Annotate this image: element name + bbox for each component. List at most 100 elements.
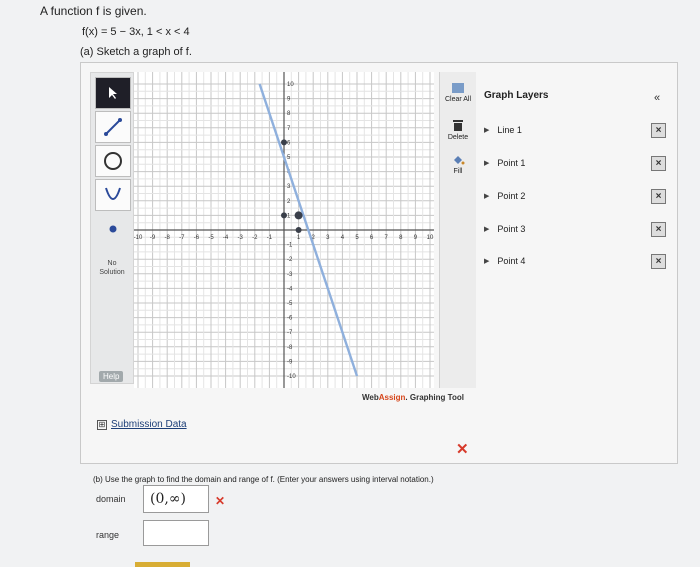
- expand-triangle-icon: ▶: [484, 258, 490, 265]
- x-tick-label: 5: [355, 235, 359, 241]
- x-tick-label: -1: [267, 235, 273, 241]
- x-tick-label: -5: [208, 235, 214, 241]
- y-tick-label: 7: [287, 126, 291, 132]
- graph-canvas[interactable]: -10-9-8-7-6-5-4-3-2-11234567891010987654…: [134, 72, 434, 388]
- expand-triangle-icon: ▶: [484, 160, 490, 167]
- x-tick-label: -9: [150, 235, 156, 241]
- coordinate-graph[interactable]: -10-9-8-7-6-5-4-3-2-11234567891010987654…: [134, 72, 434, 388]
- submit-bar[interactable]: [135, 562, 190, 567]
- brand-tool: . Graphing Tool: [405, 393, 464, 402]
- delete-label: Delete: [447, 134, 469, 141]
- graph-point-3: [294, 211, 303, 220]
- submission-data-toggle[interactable]: ⊞ Submission Data: [97, 419, 187, 430]
- x-tick-label: 4: [341, 235, 345, 241]
- x-tick-label: 7: [385, 235, 389, 241]
- no-solution-line1: No: [107, 260, 117, 267]
- part-a-prompt: (a) Sketch a graph of f.: [80, 46, 192, 58]
- x-tick-label: 10: [427, 235, 434, 241]
- expand-triangle-icon: ▶: [484, 127, 490, 134]
- layer-item-point-1[interactable]: ▶ Point 1 ×: [484, 153, 672, 173]
- delete-layer-icon[interactable]: ×: [651, 189, 666, 204]
- y-tick-label: -9: [287, 359, 293, 365]
- layer-label: Point 1: [497, 158, 526, 168]
- graph-layers-title: Graph Layers: [484, 90, 549, 101]
- delete-layer-icon[interactable]: ×: [651, 222, 666, 237]
- x-tick-label: -4: [223, 235, 229, 241]
- line-tool-button[interactable]: [95, 111, 131, 143]
- y-tick-label: -3: [287, 272, 293, 278]
- help-label: Help: [103, 372, 120, 381]
- cursor-icon: [109, 87, 117, 99]
- paint-bucket-icon: [454, 156, 465, 165]
- graph-point-1: [281, 139, 287, 146]
- problem-intro: A function f is given.: [40, 4, 147, 18]
- part-b-prompt: (b) Use the graph to find the domain and…: [93, 475, 434, 484]
- delete-layer-icon[interactable]: ×: [651, 254, 666, 269]
- clear-all-label: Clear All: [444, 96, 472, 103]
- layer-label: Point 3: [497, 224, 526, 234]
- help-button[interactable]: Help: [99, 371, 124, 382]
- delete-button[interactable]: Delete: [443, 118, 473, 141]
- delete-layer-icon[interactable]: ×: [651, 156, 666, 171]
- incorrect-mark-icon: ✕: [456, 441, 469, 458]
- graph-actions: Clear All Delete Fill: [439, 72, 476, 388]
- pointer-tool-button[interactable]: [95, 77, 131, 109]
- function-definition: f(x) = 5 − 3x, 1 < x < 4: [82, 26, 190, 38]
- delete-layer-icon[interactable]: ×: [651, 123, 666, 138]
- y-tick-label: -6: [287, 316, 293, 322]
- x-tick-label: 8: [399, 235, 403, 241]
- domain-input[interactable]: (0,∞): [143, 485, 209, 513]
- expand-box-icon: ⊞: [97, 420, 107, 430]
- y-tick-label: -1: [287, 243, 293, 249]
- point-tool-button[interactable]: [95, 213, 131, 245]
- brand-web: Web: [362, 393, 379, 402]
- y-tick-label: -8: [287, 345, 293, 351]
- y-tick-label: -2: [287, 257, 293, 263]
- x-tick-label: -6: [194, 235, 200, 241]
- y-tick-label: 2: [287, 199, 291, 205]
- x-tick-label: 3: [326, 235, 330, 241]
- x-tick-label: -7: [179, 235, 185, 241]
- x-tick-label: -10: [134, 235, 143, 241]
- y-tick-label: -7: [287, 330, 293, 336]
- graph-point-4: [295, 227, 302, 233]
- x-tick-label: -3: [238, 235, 244, 241]
- range-input[interactable]: [143, 520, 209, 546]
- layer-item-point-3[interactable]: ▶ Point 3 ×: [484, 219, 672, 239]
- graph-point-2: [281, 212, 287, 219]
- layer-label: Point 4: [497, 256, 526, 266]
- circle-tool-button[interactable]: [95, 145, 131, 177]
- x-tick-label: -2: [252, 235, 258, 241]
- y-tick-label: 6: [287, 140, 291, 146]
- x-tick-label: 1: [297, 235, 301, 241]
- y-tick-label: -10: [287, 374, 296, 380]
- clear-all-button[interactable]: Clear All: [443, 82, 473, 103]
- webassign-branding: WebAssign. Graphing Tool: [362, 393, 464, 402]
- no-solution-button[interactable]: No Solution: [93, 259, 131, 277]
- y-tick-label: -5: [287, 301, 293, 307]
- clear-icon: [452, 83, 464, 93]
- y-tick-label: 1: [287, 213, 291, 219]
- domain-incorrect-icon: ✕: [215, 494, 226, 508]
- layer-item-line-1[interactable]: ▶ Line 1 ×: [484, 120, 672, 140]
- circle-icon: [104, 152, 122, 170]
- layer-item-point-2[interactable]: ▶ Point 2 ×: [484, 186, 672, 206]
- graph-toolbar: No Solution Help: [90, 72, 134, 384]
- parabola-icon: [105, 187, 121, 200]
- y-tick-label: 3: [287, 184, 291, 190]
- point-icon: [109, 225, 117, 233]
- collapse-panel-button[interactable]: «: [654, 92, 660, 104]
- fill-button[interactable]: Fill: [443, 154, 473, 175]
- submission-data-label: Submission Data: [111, 419, 187, 430]
- y-tick-label: -4: [287, 286, 293, 292]
- layer-item-point-4[interactable]: ▶ Point 4 ×: [484, 251, 672, 271]
- trash-icon: [453, 120, 463, 131]
- brand-assign: Assign: [378, 393, 406, 402]
- domain-label: domain: [96, 494, 126, 504]
- line-segment-icon: [104, 118, 122, 136]
- y-tick-label: 5: [287, 155, 291, 161]
- layer-label: Point 2: [497, 191, 526, 201]
- y-tick-label: 9: [287, 97, 291, 103]
- expand-triangle-icon: ▶: [484, 226, 490, 233]
- parabola-tool-button[interactable]: [95, 179, 131, 211]
